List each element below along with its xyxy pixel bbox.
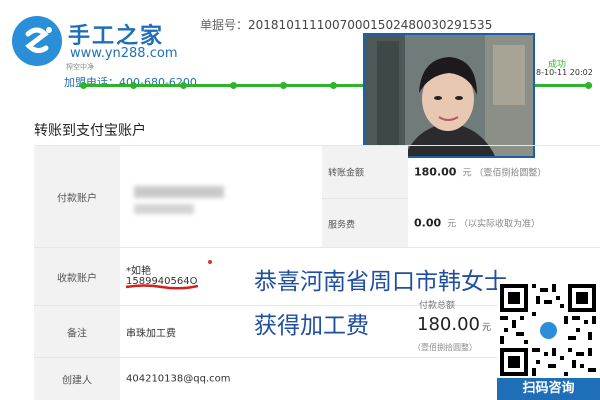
qr-consult-card[interactable]: 扫码咨询 — [497, 282, 600, 400]
fee-label: 服务费 — [328, 220, 356, 230]
amount-label-cell: 转账金额 — [322, 146, 408, 198]
qr-logo-icon — [535, 320, 561, 342]
amount-note: （壹佰捌拾圆整） — [474, 168, 547, 179]
pay-total-label: 付款总额 — [419, 301, 456, 311]
status-time: 8-10-11 20:02 — [536, 68, 593, 77]
note-value: 串珠加工费 — [126, 328, 176, 339]
payee-label: 收款账户 — [57, 273, 97, 284]
creator-label-cell: 创建人 — [34, 358, 120, 400]
brand-url: www.yn288.com — [70, 46, 178, 61]
creator-value: 404210138@qq.com — [126, 373, 231, 385]
amount-value: 180.00 — [414, 165, 457, 179]
payee-name: *如艳 — [126, 266, 151, 277]
fee-label-cell: 服务费 — [322, 198, 408, 248]
masked-account — [134, 186, 224, 198]
qr-caption[interactable]: 扫码咨询 — [497, 378, 600, 400]
order-number-value: 20181011110070001502480030291535 — [248, 18, 493, 32]
red-mark — [208, 260, 212, 264]
masked-account — [134, 204, 194, 214]
creator-label: 创建人 — [62, 375, 92, 387]
pay-total-value: 180.00 — [417, 314, 480, 335]
fee-unit: 元 — [447, 219, 457, 230]
amount-label: 转账金额 — [328, 168, 365, 179]
order-number-label: 单据号： — [200, 18, 249, 32]
payer-label-cell: 付款账户 — [34, 146, 120, 247]
progress-step — [230, 82, 237, 89]
payer-label: 付款账户 — [57, 193, 97, 204]
pay-total-unit: 元 — [481, 323, 491, 333]
order-number: 单据号：20181011110070001502480030291535 — [200, 16, 492, 33]
brand-logo-icon — [12, 16, 62, 66]
fee-value: 0.00 — [414, 216, 442, 230]
brand-logo[interactable]: 手工之家 www.yn288.com 搾空中净 加盟电话：400-680-620… — [12, 12, 202, 89]
progress-step — [330, 82, 337, 89]
progress-step — [180, 82, 187, 89]
progress-step — [280, 82, 287, 89]
pay-total-value-wrap: 180.00 元 — [417, 314, 491, 335]
creator-value-cell: 404210138@qq.com — [126, 358, 322, 400]
fee-note: （以实际收取为准） — [459, 219, 541, 230]
note-label: 备注 — [67, 328, 87, 339]
brand-tagline: 搾空中净 — [66, 63, 94, 71]
pay-total-box: 付款总额 180.00 元 （壹佰捌拾圆整） — [413, 292, 503, 362]
congrats-headline: 恭喜河南省周口市韩女士 — [254, 269, 507, 295]
table-row: 付款账户 转账金额 180.00 元 （壹佰捌拾圆整） 服务费 0.00 元 （以实… — [34, 145, 600, 248]
note-label-cell: 备注 — [34, 306, 120, 357]
payer-value-cell — [126, 146, 322, 247]
amount-value-cell: 180.00 元 （壹佰捌拾圆整） — [414, 146, 600, 198]
progress-step — [130, 82, 137, 89]
pay-total-note: （壹佰捌拾圆整） — [413, 343, 477, 352]
fee-value-cell: 0.00 元 （以实际收取为准） — [414, 198, 600, 248]
congrats-subline: 获得加工费 — [254, 313, 369, 339]
red-scribble-icon — [126, 284, 198, 290]
customer-photo — [363, 33, 535, 158]
amount-unit: 元 — [462, 168, 472, 179]
page-title: 转账到支付宝账户 — [34, 123, 146, 139]
progress-step — [80, 82, 87, 89]
payee-label-cell: 收款账户 — [34, 248, 120, 305]
progress-step — [585, 82, 592, 89]
